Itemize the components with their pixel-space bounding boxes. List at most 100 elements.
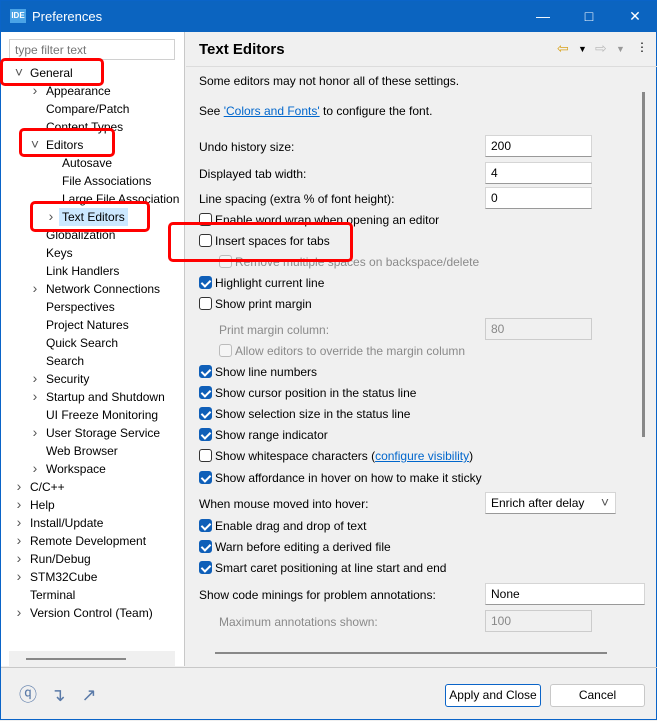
text-field[interactable]: 100: [485, 610, 592, 632]
chevron-right-icon[interactable]: ›: [14, 550, 24, 566]
checkbox-label: Smart caret positioning at line start an…: [215, 561, 447, 575]
checkbox-row[interactable]: Allow editors to override the margin col…: [219, 344, 465, 358]
tree-item[interactable]: Security: [46, 370, 89, 388]
text-field[interactable]: 0: [485, 187, 592, 209]
annotation-box-insert-spaces: [168, 222, 353, 262]
checkbox-label: Show range indicator: [215, 428, 328, 442]
chevron-right-icon[interactable]: ›: [14, 496, 24, 512]
chevron-right-icon[interactable]: ›: [14, 568, 24, 584]
checkbox[interactable]: [199, 519, 212, 532]
tree-item[interactable]: File Associations: [62, 172, 151, 190]
close-icon[interactable]: ✕: [612, 1, 657, 32]
tree-item[interactable]: Compare/Patch: [46, 100, 129, 118]
tree-item[interactable]: Startup and Shutdown: [46, 388, 165, 406]
app-icon: IDE: [10, 9, 26, 23]
checkbox-row[interactable]: Show print margin: [199, 297, 312, 311]
preferences-window: IDE Preferences — □ ✕ ˅General›Appearanc…: [0, 0, 657, 720]
title-bar: IDE Preferences — □ ✕: [1, 1, 657, 32]
forward-arrow-icon[interactable]: ⇨: [595, 40, 607, 57]
sidebar-horizontal-scrollbar[interactable]: [9, 651, 175, 666]
back-arrow-icon[interactable]: ⇦: [557, 40, 569, 57]
tree-item[interactable]: Project Natures: [46, 316, 129, 334]
chevron-right-icon[interactable]: ›: [30, 280, 40, 296]
window-title: Preferences: [32, 9, 103, 24]
checkbox-label: Show whitespace characters (: [215, 449, 376, 463]
text-field[interactable]: 200: [485, 135, 592, 157]
checkbox[interactable]: [199, 540, 212, 553]
text-field[interactable]: 80: [485, 318, 592, 340]
dropdown-icon[interactable]: ▼: [578, 44, 587, 54]
tree-item[interactable]: UI Freeze Monitoring: [46, 406, 158, 424]
text-field[interactable]: 4: [485, 162, 592, 184]
configure-visibility-link[interactable]: configure visibility: [375, 449, 469, 463]
tree-item[interactable]: Search: [46, 352, 84, 370]
tree-item[interactable]: Keys: [46, 244, 73, 262]
field-label: Show code minings for problem annotation…: [199, 588, 436, 602]
tree-item[interactable]: Install/Update: [30, 514, 103, 532]
checkbox[interactable]: [199, 276, 212, 289]
horizontal-scrollbar[interactable]: [215, 652, 607, 654]
tree-item[interactable]: Workspace: [46, 460, 106, 478]
checkbox-row[interactable]: Show whitespace characters (configure vi…: [199, 449, 473, 463]
tree-item[interactable]: C/C++: [30, 478, 65, 496]
tree-item[interactable]: Remote Development: [30, 532, 146, 550]
checkbox-row[interactable]: Show affordance in hover on how to make …: [199, 471, 482, 485]
checkbox[interactable]: [219, 344, 232, 357]
tree-item[interactable]: Terminal: [30, 586, 75, 604]
checkbox-row[interactable]: Show selection size in the status line: [199, 407, 410, 421]
checkbox[interactable]: [199, 449, 212, 462]
chevron-right-icon[interactable]: ›: [14, 532, 24, 548]
tree-item[interactable]: Perspectives: [46, 298, 115, 316]
scrollbar-thumb[interactable]: [26, 658, 126, 660]
help-icon[interactable]: ⓠ: [17, 684, 39, 706]
chevron-right-icon[interactable]: ›: [30, 424, 40, 440]
tree-item[interactable]: Help: [30, 496, 55, 514]
chevron-down-icon[interactable]: ˅: [601, 494, 609, 510]
checkbox-row[interactable]: Enable drag and drop of text: [199, 519, 366, 533]
tree-item[interactable]: Link Handlers: [46, 262, 119, 280]
field-label: Line spacing (extra % of font height):: [199, 192, 395, 206]
tree-item[interactable]: User Storage Service: [46, 424, 160, 442]
apply-and-close-button[interactable]: Apply and Close: [445, 684, 541, 707]
import-icon[interactable]: ↴: [47, 684, 69, 706]
checkbox[interactable]: [199, 365, 212, 378]
checkbox-row[interactable]: Show line numbers: [199, 365, 317, 379]
checkbox-row[interactable]: Show range indicator: [199, 428, 328, 442]
tree-item[interactable]: Run/Debug: [30, 550, 91, 568]
maximize-icon[interactable]: □: [566, 1, 612, 32]
checkbox-row[interactable]: Smart caret positioning at line start an…: [199, 561, 446, 575]
dropdown[interactable]: None: [485, 583, 645, 605]
checkbox[interactable]: [199, 407, 212, 420]
chevron-right-icon[interactable]: ›: [14, 514, 24, 530]
checkbox[interactable]: [199, 471, 212, 484]
checkbox-row[interactable]: Show cursor position in the status line: [199, 386, 416, 400]
chevron-right-icon[interactable]: ›: [30, 460, 40, 476]
tree-item[interactable]: Web Browser: [46, 442, 118, 460]
dropdown[interactable]: Enrich after delay ˅: [485, 492, 616, 514]
checkbox[interactable]: [199, 561, 212, 574]
minimize-icon[interactable]: —: [520, 1, 566, 32]
dropdown-icon[interactable]: ▼: [616, 44, 625, 54]
checkbox[interactable]: [199, 428, 212, 441]
more-icon[interactable]: ⋮: [636, 40, 648, 54]
chevron-right-icon[interactable]: ›: [30, 370, 40, 386]
field-label: Displayed tab width:: [199, 167, 307, 181]
checkbox-label: Allow editors to override the margin col…: [235, 344, 466, 358]
chevron-right-icon[interactable]: ›: [14, 604, 24, 620]
chevron-right-icon[interactable]: ›: [14, 478, 24, 494]
checkbox[interactable]: [199, 297, 212, 310]
tree-item[interactable]: STM32Cube: [30, 568, 97, 586]
checkbox[interactable]: [199, 386, 212, 399]
export-icon[interactable]: ↗: [78, 684, 100, 706]
field-label: Undo history size:: [199, 140, 295, 154]
tree-item[interactable]: Quick Search: [46, 334, 118, 352]
chevron-right-icon[interactable]: ›: [30, 388, 40, 404]
vertical-scrollbar[interactable]: [642, 92, 645, 437]
tree-item[interactable]: Version Control (Team): [30, 604, 153, 622]
colors-and-fonts-link[interactable]: 'Colors and Fonts': [224, 104, 320, 118]
tree-item[interactable]: Network Connections: [46, 280, 160, 298]
cancel-button[interactable]: Cancel: [550, 684, 645, 707]
checkbox-row[interactable]: Highlight current line: [199, 276, 324, 290]
checkbox-row[interactable]: Warn before editing a derived file: [199, 540, 391, 554]
filter-input[interactable]: [9, 39, 175, 60]
